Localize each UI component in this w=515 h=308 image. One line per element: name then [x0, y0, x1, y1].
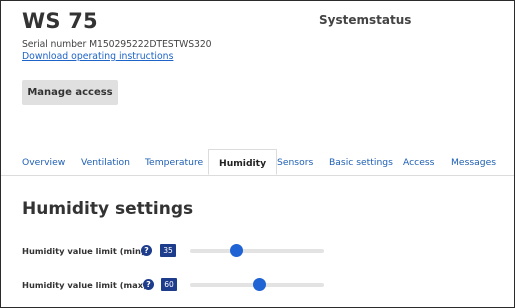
slider-thumb[interactable]	[253, 278, 267, 291]
slider-track	[190, 249, 324, 253]
humidity-max-label: Humidity value limit (max)	[22, 280, 147, 290]
humidity-max-row: Humidity value limit (max) ? 60	[22, 278, 342, 294]
humidity-max-value: 60	[161, 278, 177, 291]
device-page: WS 75 Systemstatus Serial number M150295…	[0, 0, 515, 308]
humidity-max-slider[interactable]	[190, 278, 324, 291]
humidity-min-label: Humidity value limit (min)	[22, 246, 145, 256]
tab-messages[interactable]: Messages	[451, 149, 496, 175]
tab-sensors[interactable]: Sensors	[277, 149, 313, 175]
tab-access[interactable]: Access	[403, 149, 434, 175]
help-icon[interactable]: ?	[143, 279, 154, 290]
tab-temperature[interactable]: Temperature	[145, 149, 203, 175]
help-icon[interactable]: ?	[141, 245, 152, 256]
humidity-min-row: Humidity value limit (min) ? 35	[22, 244, 342, 260]
download-instructions-link[interactable]: Download operating instructions	[22, 51, 173, 62]
system-status-heading: Systemstatus	[319, 13, 412, 27]
section-heading: Humidity settings	[22, 199, 194, 219]
tab-overview[interactable]: Overview	[22, 149, 65, 175]
tab-humidity[interactable]: Humidity	[208, 149, 278, 175]
tab-ventilation[interactable]: Ventilation	[81, 149, 130, 175]
humidity-min-slider[interactable]	[190, 244, 324, 257]
tab-bar: Overview Ventilation Temperature Humidit…	[1, 149, 514, 176]
tab-basic-settings[interactable]: Basic settings	[329, 149, 393, 175]
humidity-min-value: 35	[160, 244, 176, 257]
manage-access-button[interactable]: Manage access	[22, 80, 118, 105]
slider-thumb[interactable]	[230, 244, 244, 257]
device-title: WS 75	[22, 9, 98, 33]
serial-number: Serial number M150295222DTESTWS320	[22, 39, 212, 50]
